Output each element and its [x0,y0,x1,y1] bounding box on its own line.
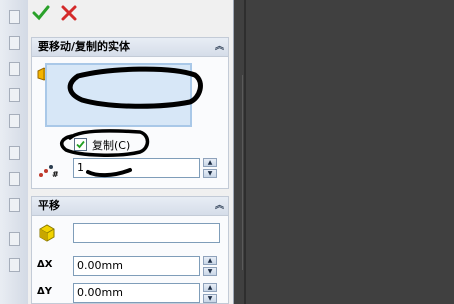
delta-x-input[interactable]: 0.00mm [73,256,200,276]
sketch-icon[interactable] [9,172,20,186]
check-icon[interactable] [32,4,50,22]
sketch-icon[interactable] [9,146,20,160]
copy-count-input[interactable]: 1 [73,158,200,178]
delta-y-spinner[interactable]: ▲ ▼ [203,283,217,303]
feature-icon[interactable] [9,198,20,212]
canvas-divider [242,75,243,270]
spin-down-icon[interactable]: ▼ [203,294,217,303]
panel-splitter[interactable] [244,0,246,304]
feature-icon[interactable] [9,232,20,246]
collapse-up-icon[interactable]: ︽ [215,197,224,215]
feature-icon[interactable] [9,258,20,272]
delta-y-input[interactable]: 0.00mm [73,283,200,303]
spin-up-icon[interactable]: ▲ [203,283,217,292]
entities-group-header[interactable]: 要移动/复制的实体 ︽ [32,38,228,57]
entities-group-title: 要移动/复制的实体 [38,40,131,53]
part-icon[interactable] [9,10,20,24]
translate-group-title: 平移 [38,199,60,212]
vertex-cube-icon [39,224,55,242]
reference-vertex-input[interactable] [73,223,220,243]
part-icon[interactable] [9,114,20,128]
copy-count-icon: # [39,165,58,178]
copy-count-spinner[interactable]: ▲ ▼ [203,158,217,178]
svg-text:#: # [52,170,58,178]
spin-down-icon[interactable]: ▼ [203,169,217,178]
cross-icon[interactable] [60,4,78,22]
spin-up-icon[interactable]: ▲ [203,256,217,265]
collapse-up-icon[interactable]: ︽ [215,38,224,56]
feature-toolbar [0,0,28,304]
delta-x-spinner[interactable]: ▲ ▼ [203,256,217,276]
part-icon[interactable] [9,36,20,50]
translate-group-header[interactable]: 平移 ︽ [32,197,228,216]
spin-down-icon[interactable]: ▼ [203,267,217,276]
entity-selection-list[interactable] [45,63,192,127]
copy-checkbox[interactable] [74,138,87,151]
part-icon[interactable] [9,88,20,102]
delta-y-label: ΔY [37,286,52,297]
delta-x-label: ΔX [37,259,53,270]
spin-up-icon[interactable]: ▲ [203,158,217,167]
copy-checkbox-label[interactable]: 复制(C) [92,137,130,153]
part-icon[interactable] [9,62,20,76]
check-icon [76,140,85,149]
